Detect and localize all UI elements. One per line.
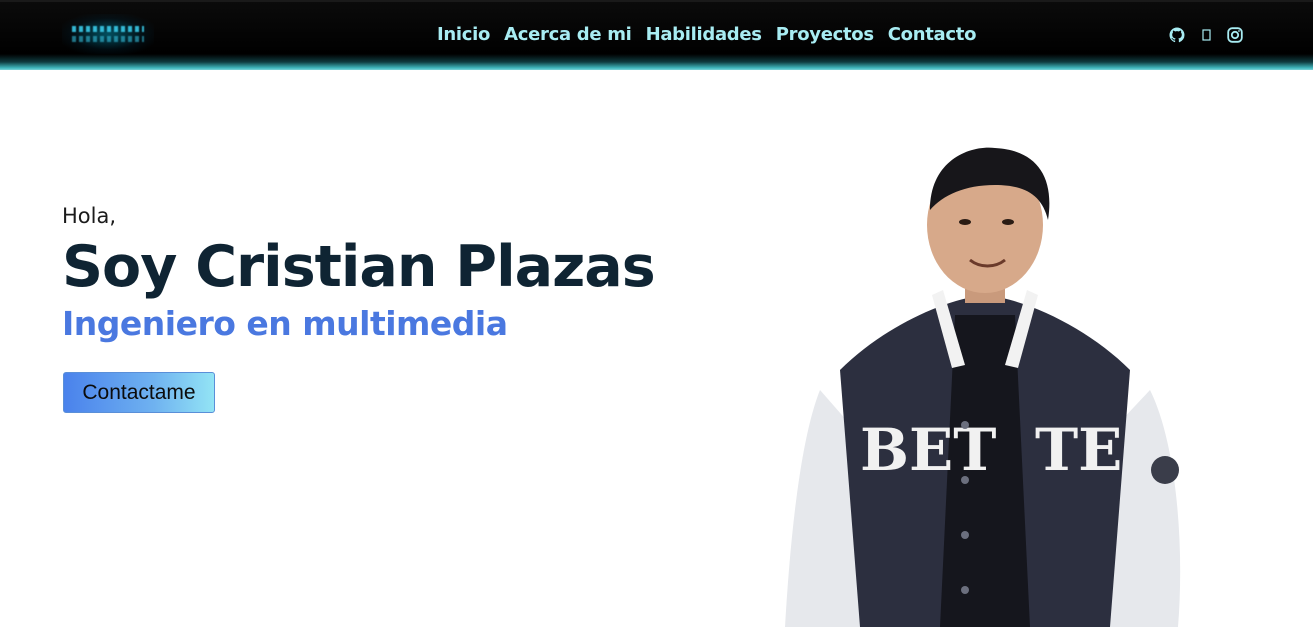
hero-greeting: Hola, (62, 204, 117, 228)
navbar: Inicio Acerca de mi Habilidades Proyecto… (0, 0, 1313, 70)
profile-photo: BET TE (780, 140, 1190, 627)
hero-name: Soy Cristian Plazas (62, 234, 656, 300)
hero-text: Hola, Soy Cristian Plazas Ingeniero en m… (62, 200, 656, 346)
logo-mark (72, 26, 144, 32)
social-links (1169, 27, 1243, 43)
hero-role: Ingeniero en multimedia (62, 304, 508, 343)
instagram-icon[interactable] (1227, 27, 1243, 43)
nav-link-habilidades[interactable]: Habilidades (646, 24, 762, 45)
nav-link-contacto[interactable]: Contacto (888, 24, 977, 45)
nav-links: Inicio Acerca de mi Habilidades Proyecto… (437, 24, 976, 45)
logo[interactable] (62, 14, 154, 54)
linkedin-icon[interactable] (1198, 27, 1214, 43)
nav-link-acerca-de-mi[interactable]: Acerca de mi (504, 24, 632, 45)
svg-text:BET: BET (860, 416, 996, 484)
nav-link-proyectos[interactable]: Proyectos (776, 24, 874, 45)
svg-text:TE: TE (1035, 416, 1122, 484)
nav-link-inicio[interactable]: Inicio (437, 24, 490, 45)
logo-mark-reflection (72, 36, 144, 42)
contact-button[interactable]: Contactame (63, 372, 215, 413)
github-icon[interactable] (1169, 27, 1185, 43)
